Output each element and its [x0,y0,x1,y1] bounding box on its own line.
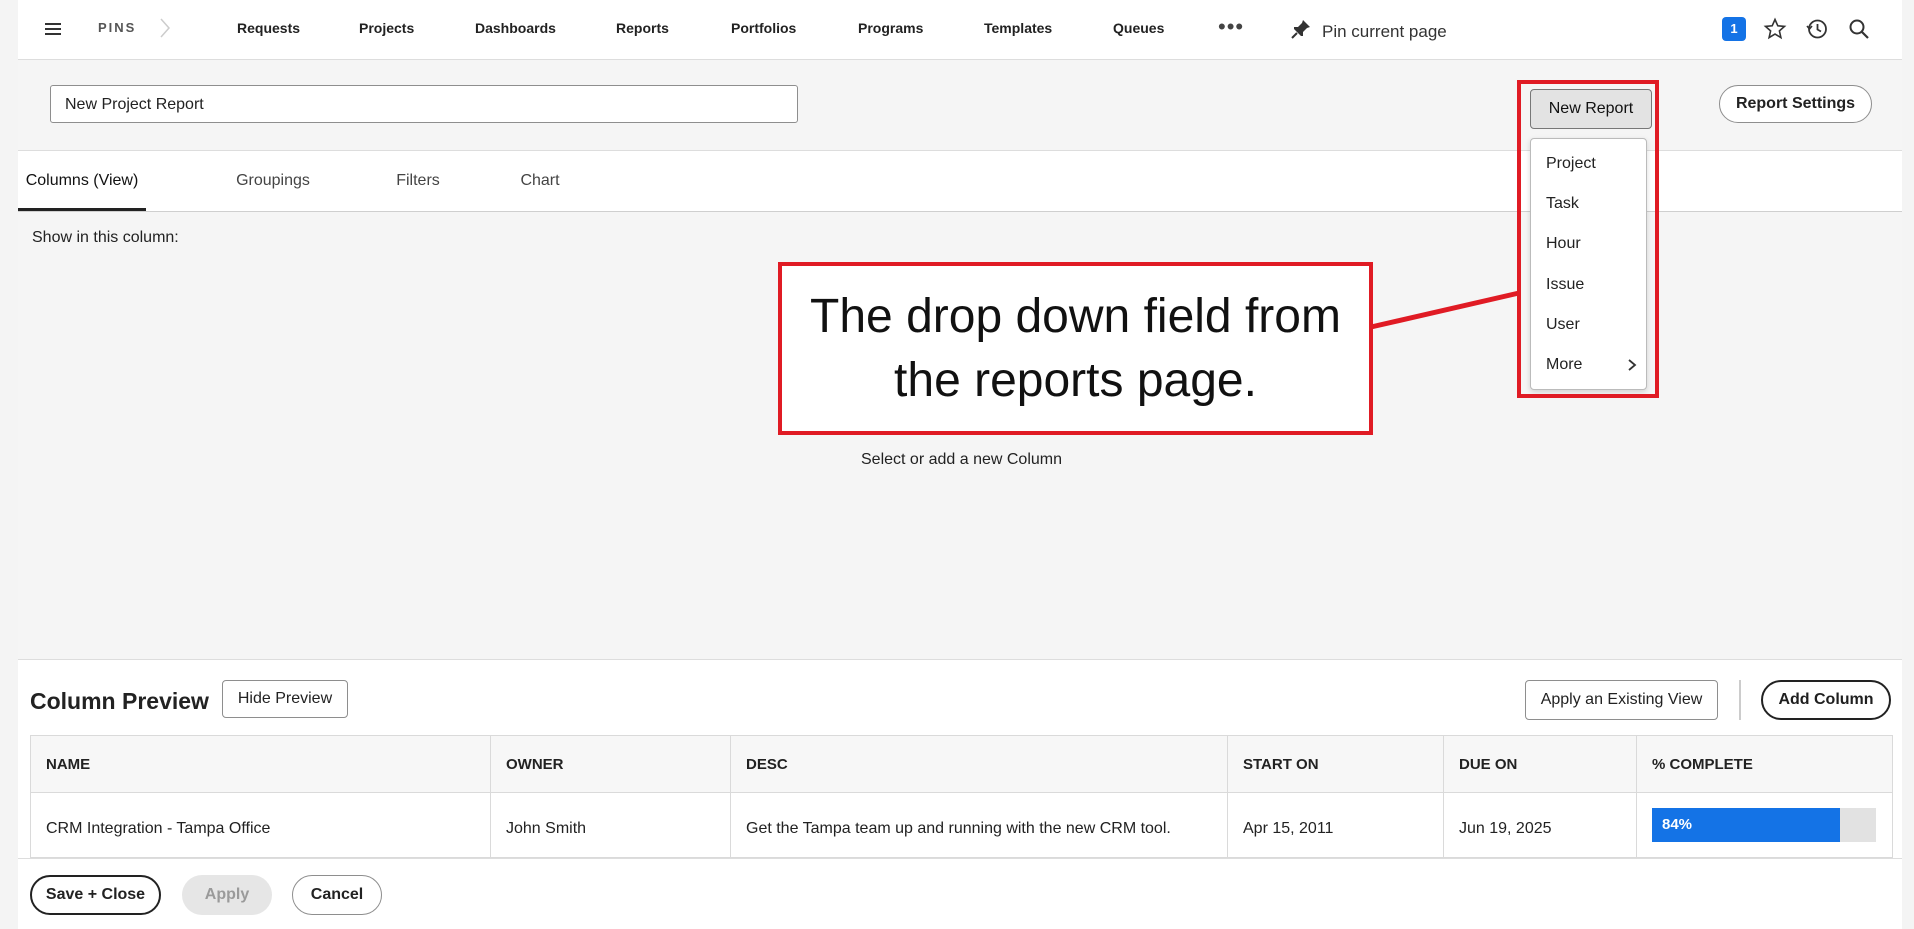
app-frame: PINS Requests Projects Dashboards Report… [18,0,1902,929]
annotation-highlight-box [1517,80,1659,398]
cell-percent-complete: 84% [1636,792,1893,858]
annotation-callout: The drop down field from the reports pag… [778,262,1373,435]
cell-owner: John Smith [490,792,731,858]
cancel-button[interactable]: Cancel [292,875,382,915]
table-header-row: NAME OWNER DESC START ON DUE ON % COMPLE… [30,735,1893,793]
column-preview-title: Column Preview [30,688,209,714]
column-preview-panel: Column Preview Hide Preview Apply an Exi… [18,659,1902,859]
column-header-owner[interactable]: OWNER [490,735,731,793]
add-column-button[interactable]: Add Column [1761,680,1891,720]
column-header-percent-complete[interactable]: % COMPLETE [1636,735,1893,793]
cell-start-on: Apr 15, 2011 [1227,792,1444,858]
cell-name: CRM Integration - Tampa Office [30,792,491,858]
preview-table: NAME OWNER DESC START ON DUE ON % COMPLE… [30,735,1893,858]
apply-button[interactable]: Apply [182,875,272,915]
cell-desc: Get the Tampa team up and running with t… [730,792,1228,858]
column-header-name[interactable]: NAME [30,735,491,793]
column-header-start-on[interactable]: START ON [1227,735,1444,793]
column-header-due-on[interactable]: DUE ON [1443,735,1637,793]
apply-existing-view-button[interactable]: Apply an Existing View [1525,680,1718,720]
divider [1739,680,1741,720]
progress-bar: 84% [1652,808,1876,842]
hide-preview-button[interactable]: Hide Preview [222,680,348,718]
column-header-desc[interactable]: DESC [730,735,1228,793]
footer-actions: Save + Close Apply Cancel [18,858,1902,929]
cell-due-on: Jun 19, 2025 [1443,792,1637,858]
progress-bar-fill: 84% [1652,808,1841,842]
table-row: CRM Integration - Tampa Office John Smit… [30,792,1893,858]
save-close-button[interactable]: Save + Close [30,875,161,915]
